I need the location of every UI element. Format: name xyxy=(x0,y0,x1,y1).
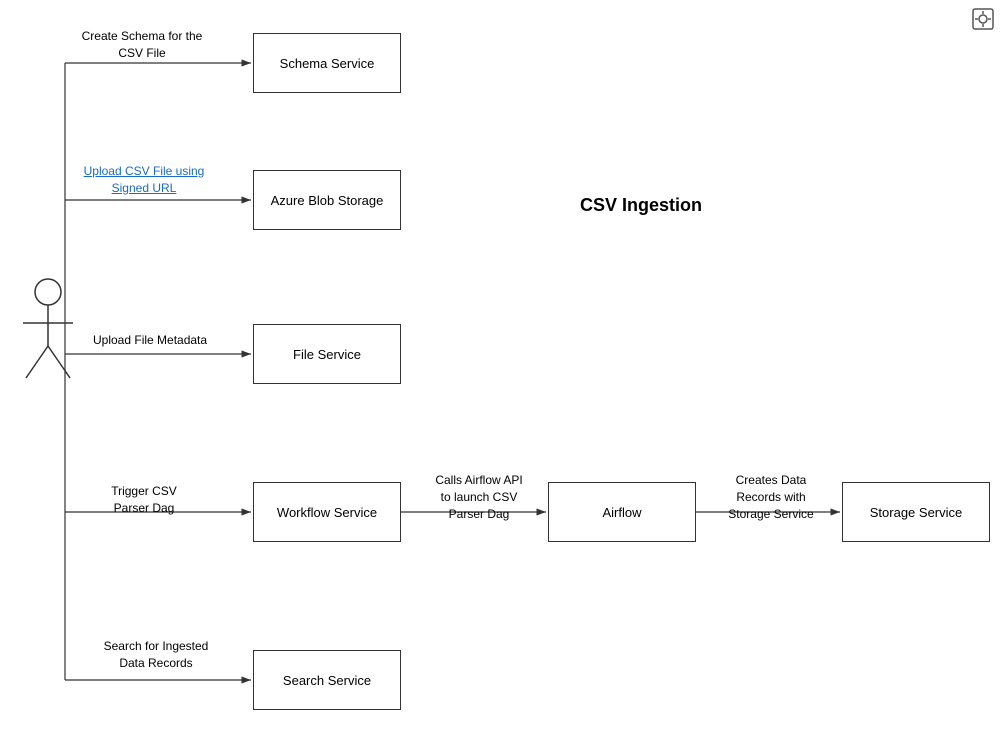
label-search: Search for IngestedData Records xyxy=(80,638,232,672)
label-file-metadata: Upload File Metadata xyxy=(93,332,238,349)
schema-service-box: Schema Service xyxy=(253,33,401,93)
label-schema: Create Schema for the CSV File xyxy=(72,28,212,62)
storage-service-box: Storage Service xyxy=(842,482,990,542)
label-creates-data: Creates DataRecords withStorage Service xyxy=(706,472,836,522)
stick-figure xyxy=(18,278,78,388)
focus-icon[interactable] xyxy=(972,8,994,30)
label-azure: Upload CSV File using Signed URL xyxy=(68,163,220,197)
workflow-service-box: Workflow Service xyxy=(253,482,401,542)
label-calls-airflow: Calls Airflow APIto launch CSVParser Dag xyxy=(414,472,544,522)
search-service-box: Search Service xyxy=(253,650,401,710)
azure-blob-box: Azure Blob Storage xyxy=(253,170,401,230)
file-service-box: File Service xyxy=(253,324,401,384)
diagram-container: Schema Service Azure Blob Storage File S… xyxy=(0,0,1002,734)
label-trigger-csv: Trigger CSVParser Dag xyxy=(79,483,209,517)
diagram-title: CSV Ingestion xyxy=(580,195,702,216)
arrows-svg xyxy=(0,0,1002,734)
airflow-box: Airflow xyxy=(548,482,696,542)
